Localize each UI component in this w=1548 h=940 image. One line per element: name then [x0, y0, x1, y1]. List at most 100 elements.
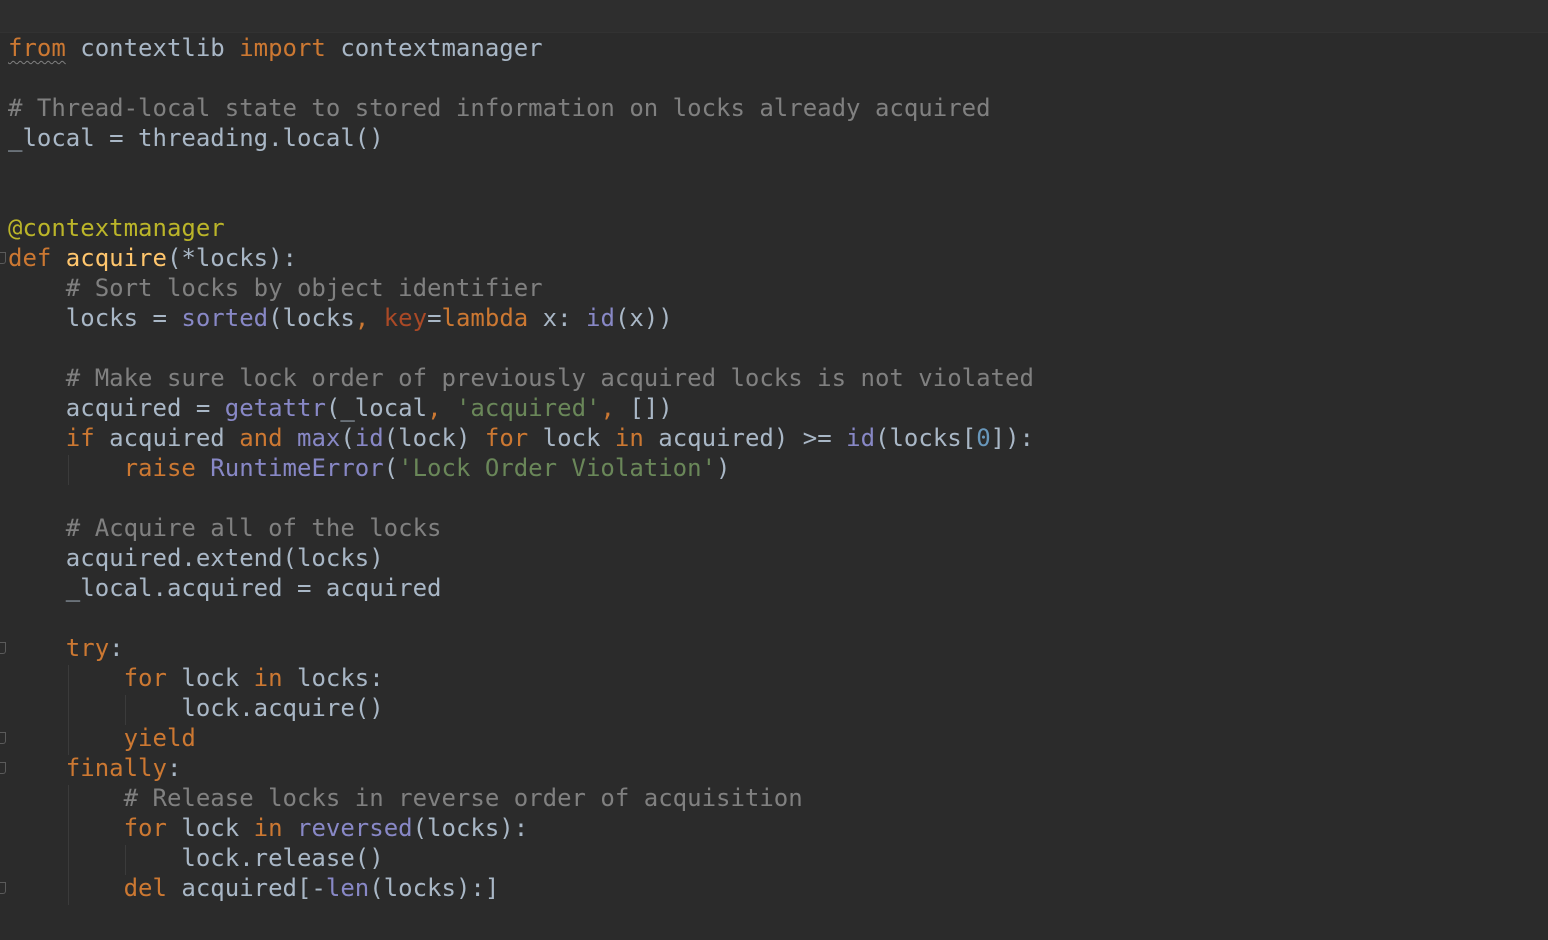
code-token: for: [123, 664, 182, 692]
code-token: _local.acquired = acquired: [8, 574, 442, 602]
code-token: (locks: [268, 304, 355, 332]
code-token: @contextmanager: [8, 214, 225, 242]
code-token: ,: [354, 304, 384, 332]
code-line[interactable]: try:: [8, 633, 1548, 663]
code-token: acquired =: [8, 394, 225, 422]
code-token: (lock): [383, 424, 485, 452]
code-token: raise: [123, 454, 211, 482]
code-line[interactable]: for lock in reversed(locks):: [8, 813, 1548, 843]
code-token: contextlib: [65, 34, 240, 62]
code-token: (x)): [614, 304, 673, 332]
code-token: lock.acquire(): [8, 694, 384, 722]
code-token: (locks):]: [369, 874, 500, 902]
code-token: key: [383, 304, 428, 332]
code-token: acquired[-: [181, 874, 326, 902]
code-token: contextmanager: [325, 34, 543, 62]
code-token: (: [383, 454, 399, 482]
code-line[interactable]: lock.release(): [8, 843, 1548, 873]
code-token: # Release locks in reverse order of acqu…: [123, 784, 803, 812]
code-line[interactable]: # Sort locks by object identifier: [8, 273, 1548, 303]
code-token: (locks):: [412, 814, 529, 842]
code-line[interactable]: from contextlib import contextmanager: [8, 33, 1548, 63]
code-line[interactable]: _local = threading.local(): [8, 123, 1548, 153]
code-token: def: [8, 244, 66, 272]
code-line[interactable]: [8, 63, 1548, 93]
code-token: acquired.extend(locks): [8, 544, 384, 572]
code-token: acquired) >=: [658, 424, 847, 452]
code-token: for: [123, 814, 182, 842]
code-line[interactable]: if acquired and max(id(lock) for lock in…: [8, 423, 1548, 453]
code-token: try: [65, 634, 110, 662]
code-token: # Thread-local state to stored informati…: [8, 94, 991, 122]
code-token: x:: [542, 304, 587, 332]
code-token: # Make sure lock order of previously acq…: [65, 364, 1034, 392]
fold-marker-icon[interactable]: [0, 882, 6, 894]
fold-marker-icon[interactable]: [0, 732, 6, 744]
code-line[interactable]: lock.acquire(): [8, 693, 1548, 723]
code-line[interactable]: yield: [8, 723, 1548, 753]
code-line[interactable]: acquired = getattr(_local, 'acquired', […: [8, 393, 1548, 423]
code-token: id: [586, 304, 615, 332]
code-line[interactable]: for lock in locks:: [8, 663, 1548, 693]
code-token: id: [354, 424, 384, 452]
code-token: if: [65, 424, 110, 452]
code-line[interactable]: # Acquire all of the locks: [8, 513, 1548, 543]
code-token: 'acquired': [455, 394, 601, 422]
code-line[interactable]: del acquired[-len(locks):]: [8, 873, 1548, 903]
code-token: locks =: [8, 304, 182, 332]
code-token: from: [8, 34, 66, 62]
code-line[interactable]: [8, 603, 1548, 633]
code-token: =: [427, 304, 442, 332]
code-line[interactable]: [8, 333, 1548, 363]
code-token: []): [629, 394, 673, 422]
code-line[interactable]: # Release locks in reverse order of acqu…: [8, 783, 1548, 813]
code-token: finally: [65, 754, 167, 782]
code-token: ]):: [990, 424, 1034, 452]
code-token: # Acquire all of the locks: [65, 514, 442, 542]
code-line[interactable]: acquired.extend(locks): [8, 543, 1548, 573]
code-token: # Sort locks by object identifier: [65, 274, 543, 302]
code-token: 0: [976, 424, 991, 452]
code-token: lock: [542, 424, 615, 452]
code-token: RuntimeError: [210, 454, 384, 482]
code-area[interactable]: from contextlib import contextmanager # T…: [8, 33, 1548, 903]
code-token: lock.release(): [8, 844, 384, 872]
code-token: max: [297, 424, 341, 452]
code-token: locks:: [297, 664, 384, 692]
code-token: lock: [181, 814, 254, 842]
fold-marker-icon[interactable]: [0, 252, 6, 264]
code-token: acquire: [65, 244, 167, 272]
fold-marker-icon[interactable]: [0, 762, 6, 774]
code-token: getattr: [224, 394, 326, 422]
code-line[interactable]: @contextmanager: [8, 213, 1548, 243]
code-line[interactable]: _local.acquired = acquired: [8, 573, 1548, 603]
code-line[interactable]: # Thread-local state to stored informati…: [8, 93, 1548, 123]
code-token: reversed: [297, 814, 413, 842]
editor-tab-strip: [0, 0, 1548, 33]
code-token: sorted: [181, 304, 269, 332]
fold-marker-icon[interactable]: [0, 642, 6, 654]
code-token: 'Lock Order Violation': [398, 454, 717, 482]
code-line[interactable]: # Make sure lock order of previously acq…: [8, 363, 1548, 393]
code-line[interactable]: def acquire(*locks):: [8, 243, 1548, 273]
code-token: in: [253, 814, 297, 842]
code-token: len: [325, 874, 370, 902]
code-line[interactable]: [8, 153, 1548, 183]
code-line[interactable]: [8, 483, 1548, 513]
code-line[interactable]: locks = sorted(locks, key=lambda x: id(x…: [8, 303, 1548, 333]
code-token: yield: [123, 724, 196, 752]
code-line[interactable]: raise RuntimeError('Lock Order Violation…: [8, 453, 1548, 483]
code-token: for: [484, 424, 543, 452]
code-editor[interactable]: from contextlib import contextmanager # T…: [0, 0, 1548, 940]
code-line[interactable]: [8, 183, 1548, 213]
code-line[interactable]: finally:: [8, 753, 1548, 783]
code-token: and: [239, 424, 297, 452]
